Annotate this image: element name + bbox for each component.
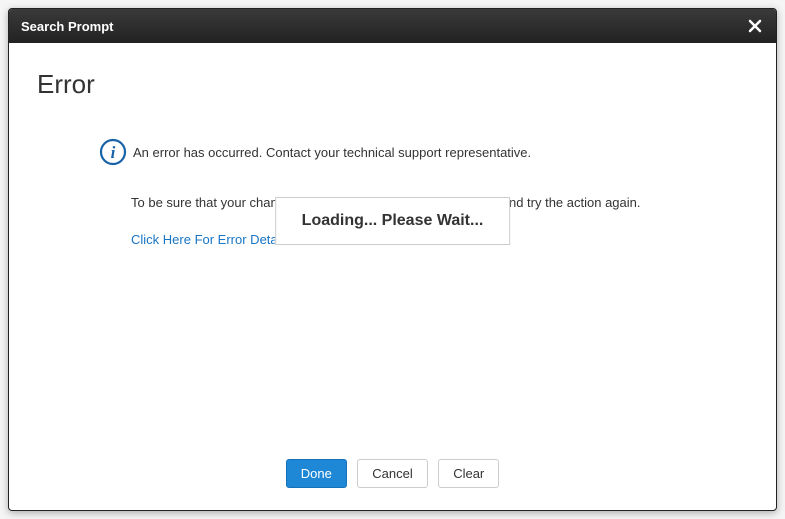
info-icon: i bbox=[99, 138, 127, 166]
cancel-button[interactable]: Cancel bbox=[357, 459, 427, 488]
error-details-link[interactable]: Click Here For Error Details bbox=[131, 232, 290, 247]
modal-title: Search Prompt bbox=[21, 19, 113, 34]
loading-overlay: Loading... Please Wait... bbox=[275, 197, 511, 245]
modal-header: Search Prompt bbox=[9, 9, 776, 43]
clear-button[interactable]: Clear bbox=[438, 459, 499, 488]
close-icon bbox=[748, 19, 762, 33]
loading-text: Loading... Please Wait... bbox=[302, 212, 484, 229]
svg-text:i: i bbox=[111, 143, 116, 162]
search-prompt-modal: Search Prompt Error i An error has occur… bbox=[8, 8, 777, 511]
done-button[interactable]: Done bbox=[286, 459, 347, 488]
error-summary-row: i An error has occurred. Contact your te… bbox=[99, 138, 748, 166]
error-heading: Error bbox=[37, 69, 748, 100]
error-summary-text: An error has occurred. Contact your tech… bbox=[133, 145, 531, 160]
close-button[interactable] bbox=[746, 17, 764, 35]
modal-footer: Done Cancel Clear bbox=[9, 443, 776, 510]
